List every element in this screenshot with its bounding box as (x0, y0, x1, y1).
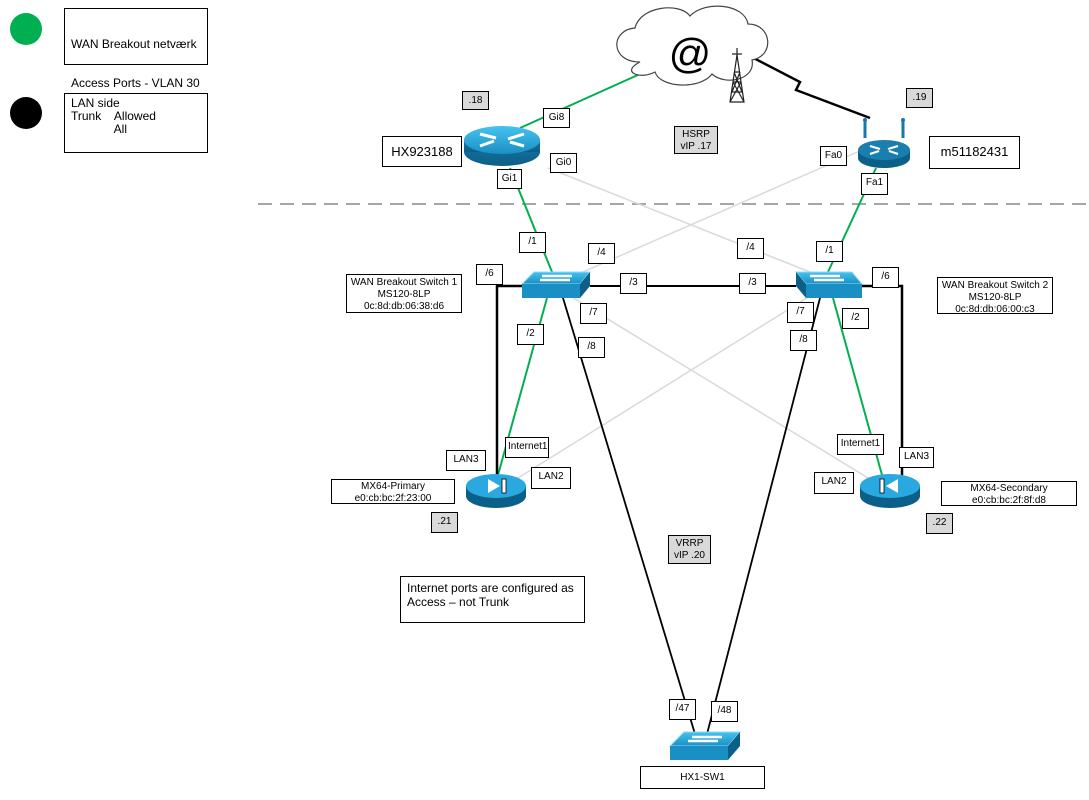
switch-wan-breakout-1-icon[interactable] (520, 271, 592, 298)
mx1-name: MX64-Primary (361, 481, 425, 492)
switch2-port-3: /3 (739, 273, 766, 294)
switch-wan-breakout-2-icon[interactable] (794, 271, 864, 298)
link-sw2-7-mx1-lan2 (517, 295, 811, 479)
router1-port-gi0: Gi0 (550, 153, 577, 173)
switch2-port-4: /4 (737, 238, 764, 259)
mx2-ip: .22 (926, 513, 953, 534)
switch1-port-4: /4 (588, 243, 615, 264)
internet-ports-note: Internet ports are configured as Access … (400, 576, 585, 623)
mx2-info[interactable]: MX64-Secondary e0:cb:bc:2f:8f:d8 (941, 481, 1077, 506)
legend-lan-dot (10, 97, 42, 129)
legend-lan-box: LAN side Trunk Allowed All (64, 93, 208, 153)
legend-wan-box: WAN Breakout netværk Access Ports - VLAN… (64, 8, 208, 129)
vrrp-line1: VRRP (675, 538, 704, 549)
switch1-mac: 0c:8d:db:06:38:d6 (363, 301, 445, 312)
router2-port-fa0: Fa0 (820, 146, 847, 166)
link-r1-gi8-internet (519, 73, 641, 129)
link-sw2-8-core-48 (706, 297, 821, 735)
switch1-port-3: /3 (620, 273, 647, 294)
legend-wan-line1: WAN Breakout netværk (71, 37, 197, 51)
core-switch-name[interactable]: HX1-SW1 (640, 766, 765, 789)
router1-name[interactable]: HX923188 (382, 136, 462, 167)
router2-name[interactable]: m51182431 (929, 136, 1020, 169)
router-hx923188-icon[interactable] (464, 126, 540, 166)
mx1-port-lan3: LAN3 (446, 450, 486, 471)
switch2-port-1: /1 (816, 241, 843, 262)
switch1-model: MS120-8LP (377, 289, 431, 300)
switch2-port-2: /2 (842, 308, 869, 329)
switch2-port-8: /8 (790, 330, 817, 351)
switch1-port-7: /7 (580, 303, 607, 324)
mx1-port-internet1: Internet1 (505, 437, 549, 458)
legend-wan-line2: Access Ports - VLAN 30 (71, 76, 200, 90)
switch2-info[interactable]: WAN Breakout Switch 2 MS120-8LP 0c:8d:db… (937, 277, 1053, 315)
mx2-port-lan3: LAN3 (899, 447, 934, 468)
firewall-mx64-secondary-icon[interactable] (860, 474, 920, 508)
core-port-47: /47 (669, 699, 696, 720)
core-port-48: /48 (711, 701, 738, 722)
mx2-port-internet1: Internet1 (837, 434, 884, 455)
mx1-info[interactable]: MX64-Primary e0:cb:bc:2f:23:00 (331, 479, 455, 504)
internet-cloud: @ (616, 5, 769, 86)
router2-port-fa1: Fa1 (861, 173, 888, 195)
switch2-port-6: /6 (872, 267, 899, 288)
firewall-mx64-primary-icon[interactable] (466, 474, 526, 508)
switch2-model: MS120-8LP (968, 292, 1022, 303)
router2-ip: .19 (906, 88, 933, 108)
mx2-mac: e0:cb:bc:2f:8f:d8 (972, 495, 1046, 506)
wireless-link-r2-tower (737, 48, 871, 120)
at-symbol: @ (669, 30, 712, 77)
switch1-port-2: /2 (517, 324, 544, 345)
switch2-name: WAN Breakout Switch 2 (941, 280, 1049, 291)
router1-port-gi8: Gi8 (543, 108, 570, 128)
switch1-name: WAN Breakout Switch 1 (350, 277, 458, 288)
hsrp-line1: HSRP (682, 129, 710, 140)
mx1-port-lan2: LAN2 (531, 467, 571, 489)
switch-hx1-sw1-icon[interactable] (668, 731, 742, 760)
switch1-port-1: /1 (519, 232, 546, 253)
router1-port-gi1: Gi1 (497, 169, 522, 189)
hsrp-vip: HSRP vIP .17 (674, 126, 718, 154)
switch1-port-8: /8 (578, 337, 605, 358)
mx2-name: MX64-Secondary (970, 483, 1048, 494)
link-sw1-8-core-47 (562, 297, 696, 735)
mx2-port-lan2: LAN2 (814, 472, 854, 494)
switch1-port-6: /6 (476, 264, 503, 285)
router-m51182431-icon[interactable] (858, 118, 910, 168)
link-sw1-7-mx2-lan2 (569, 295, 869, 479)
mx1-ip: .21 (431, 512, 458, 533)
router1-ip: .18 (462, 91, 489, 110)
legend-wan-dot (10, 13, 42, 45)
switch2-mac: 0c:8d:db:06:00:c3 (955, 304, 1035, 315)
vrrp-line2: vIP .20 (674, 550, 705, 561)
switch1-info[interactable]: WAN Breakout Switch 1 MS120-8LP 0c:8d:db… (346, 274, 462, 313)
vrrp-vip: VRRP vIP .20 (668, 535, 711, 564)
hsrp-line2: vIP .17 (680, 141, 712, 152)
mx1-mac: e0:cb:bc:2f:23:00 (354, 493, 432, 504)
switch2-port-7: /7 (787, 302, 814, 323)
